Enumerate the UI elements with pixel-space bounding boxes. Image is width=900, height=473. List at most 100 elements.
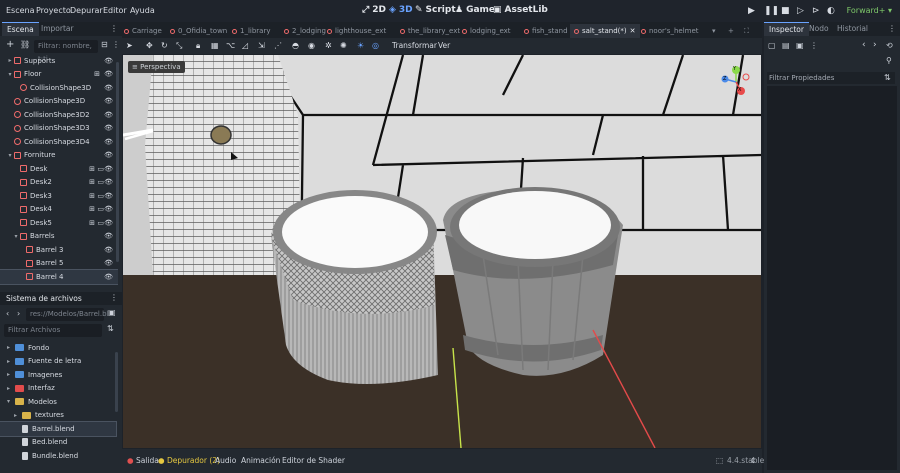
tab-salida[interactable]: ● Salida [127,456,159,465]
close-tab-icon[interactable]: ✕ [630,24,636,38]
tab-importar[interactable]: Importar [36,22,79,36]
tab-inspector[interactable]: Inspector [764,22,809,36]
split-view-icon[interactable]: ▣ [108,308,116,317]
expand-arrow-icon[interactable]: ▾ [6,152,14,159]
history-forward-icon[interactable]: › [873,40,877,50]
scene-tree-node[interactable]: ▾ Forniture 👁︎ [0,149,118,163]
scene-tree-node[interactable]: CollisionShape3D3 👁︎ [0,122,118,136]
transform-menu[interactable]: Transformar [392,41,437,50]
visibility-eye-icon[interactable]: 👁︎ [104,124,113,132]
filesystem-file[interactable]: Barrel.blend [0,421,117,437]
new-resource-icon[interactable]: ▢ [768,41,776,50]
perspective-button[interactable]: ≡ Perspectiva [128,61,185,73]
history-icon[interactable]: ⟲ [886,41,893,50]
object-tools-icon[interactable]: ⚲ [886,56,892,65]
tab-audio[interactable]: Audio [215,456,236,465]
expand-arrow-icon[interactable]: ▾ [6,71,14,78]
scene-tree-node[interactable]: ▸ Supports 👁︎ [0,54,118,68]
ruler-icon[interactable]: ◿ [242,41,248,50]
select-mode-icon[interactable]: ➤ [126,41,133,50]
scene-tree-node[interactable]: ▾ Floor ⊞ 👁︎ [0,68,118,82]
visibility-eye-icon[interactable]: 👁︎ [104,111,113,119]
menu-dots-icon[interactable]: ⋮ [112,40,120,49]
instance-icon[interactable]: ⊞ [89,205,95,213]
back-icon[interactable]: ‹ [6,309,9,318]
visibility-eye-icon[interactable]: 👁︎ [104,192,113,200]
visibility-eye-icon[interactable]: 👁︎ [104,165,113,173]
scene-tree-scrollbar[interactable] [116,62,119,262]
visibility-eye-icon[interactable]: 👁︎ [104,57,113,65]
play-icon[interactable]: ▶ [748,6,755,16]
resource-menu-icon[interactable]: ⋮ [810,41,818,50]
view-menu[interactable]: Ver [438,41,450,50]
scene-tree-node[interactable]: Barrel 4 👁︎ [0,269,118,285]
snap-icon[interactable]: ⇲ [258,41,265,50]
filesystem-file[interactable]: Bundle.blend [0,449,116,463]
filesystem-folder[interactable]: ▸ Fondo [0,341,116,355]
grid-snap-icon[interactable]: ⋰ [274,41,282,50]
renderer-select[interactable]: Forward+ ▾ [847,6,892,15]
visibility-eye-icon[interactable]: 👁︎ [104,246,113,254]
group-lock-icon[interactable]: ▭ [97,178,104,186]
menu-editor[interactable]: Editor [103,6,127,15]
instance-icon[interactable]: ⊞ [89,219,95,227]
menu-depurar[interactable]: Depurar [70,6,103,15]
expand-arrow-icon[interactable]: ▾ [7,398,15,405]
lights-icon[interactable]: ☀ [357,41,364,50]
sort-properties-icon[interactable]: ⇅ [884,73,891,82]
axis-gizmo[interactable]: Y X Z [719,65,753,99]
tab-historial[interactable]: Historial [832,22,873,36]
tab-depurador[interactable]: ● Depurador (2) [158,456,220,465]
environment-icon[interactable]: ◉ [308,41,315,50]
stop-icon[interactable]: ■ [781,6,790,16]
workspace-game-button[interactable]: ♟ Game [455,5,495,15]
add-node-icon[interactable]: + [6,39,14,50]
tab-escena[interactable]: Escena [2,22,39,36]
pause-icon[interactable]: ❚❚ [764,6,779,16]
filesystem-folder[interactable]: ▸ Fuente de letra [0,355,116,369]
scene-tree-node[interactable]: Desk4 ⊞ ▭ 👁︎ [0,203,118,217]
expand-arrow-icon[interactable]: ▸ [7,385,15,392]
tabs-dropdown-icon[interactable]: ▾ [712,24,716,38]
scene-tab[interactable]: 2_lodging [284,24,326,38]
scene-tree-node[interactable]: CollisionShape3D 👁︎ [0,95,118,109]
rotate-mode-icon[interactable]: ↻ [161,41,168,50]
expand-panel-icon[interactable]: ⇕ [750,456,756,465]
expand-arrow-icon[interactable]: ▾ [12,233,20,240]
instance-icon[interactable]: ⊞ [89,165,95,173]
visibility-eye-icon[interactable]: 👁︎ [104,84,113,92]
filesystem-folder[interactable]: ▾ Modelos [0,395,116,409]
move-mode-icon[interactable]: ✥ [146,41,153,50]
link-icon[interactable]: ⛓ [20,40,30,49]
save-resource-icon[interactable]: ▣ [796,41,804,50]
expand-arrow-icon[interactable]: ▸ [7,358,15,365]
scene-tree-node[interactable]: Desk5 ⊞ ▭ 👁︎ [0,216,118,230]
scene-tab[interactable]: salt_stand(*) ✕ [570,24,640,38]
bone-icon[interactable]: ⌥ [226,41,235,50]
workspace-script-button[interactable]: ✎ Script [415,5,456,15]
filesystem-filter-input[interactable]: Filtrar Archivos [4,324,102,337]
filesystem-path-input[interactable]: res://Modelos/Barrel.bl [26,308,109,321]
visibility-eye-icon[interactable]: 👁︎ [104,151,113,159]
sun-icon[interactable]: ✺ [340,41,347,50]
menu-dots-icon[interactable]: ⋮ [110,293,118,302]
play-custom-icon[interactable]: ⊳ [812,6,820,16]
group-lock-icon[interactable]: ▭ [97,165,104,173]
pin-icon[interactable]: ⬚ [716,456,723,465]
history-back-icon[interactable]: ‹ [862,40,866,50]
menu-escena[interactable]: Escena [6,6,35,15]
sort-icon[interactable]: ⇅ [107,324,114,333]
scene-tree-node[interactable]: CollisionShape3D 👁︎ [0,81,118,95]
filesystem-folder[interactable]: ▸ textures [0,409,116,423]
scene-tree-node[interactable]: CollisionShape3D4 👁︎ [0,135,118,149]
visibility-eye-icon[interactable]: 👁︎ [104,273,113,281]
filesystem-folder[interactable]: ▸ Interfaz [0,382,116,396]
menu-proyecto[interactable]: Proyecto [36,6,71,15]
scene-tab[interactable]: 0_Ofidia_town [170,24,227,38]
scene-tree-node[interactable]: ▾ Barrels 👁︎ [0,230,118,244]
group-icon[interactable]: ▦ [211,41,219,50]
menu-ayuda[interactable]: Ayuda [130,6,155,15]
scene-tab[interactable]: noor's_helmet [641,24,699,38]
play-scene-icon[interactable]: ▷ [797,6,804,16]
lock-icon[interactable]: 🔒︎ [196,41,200,51]
